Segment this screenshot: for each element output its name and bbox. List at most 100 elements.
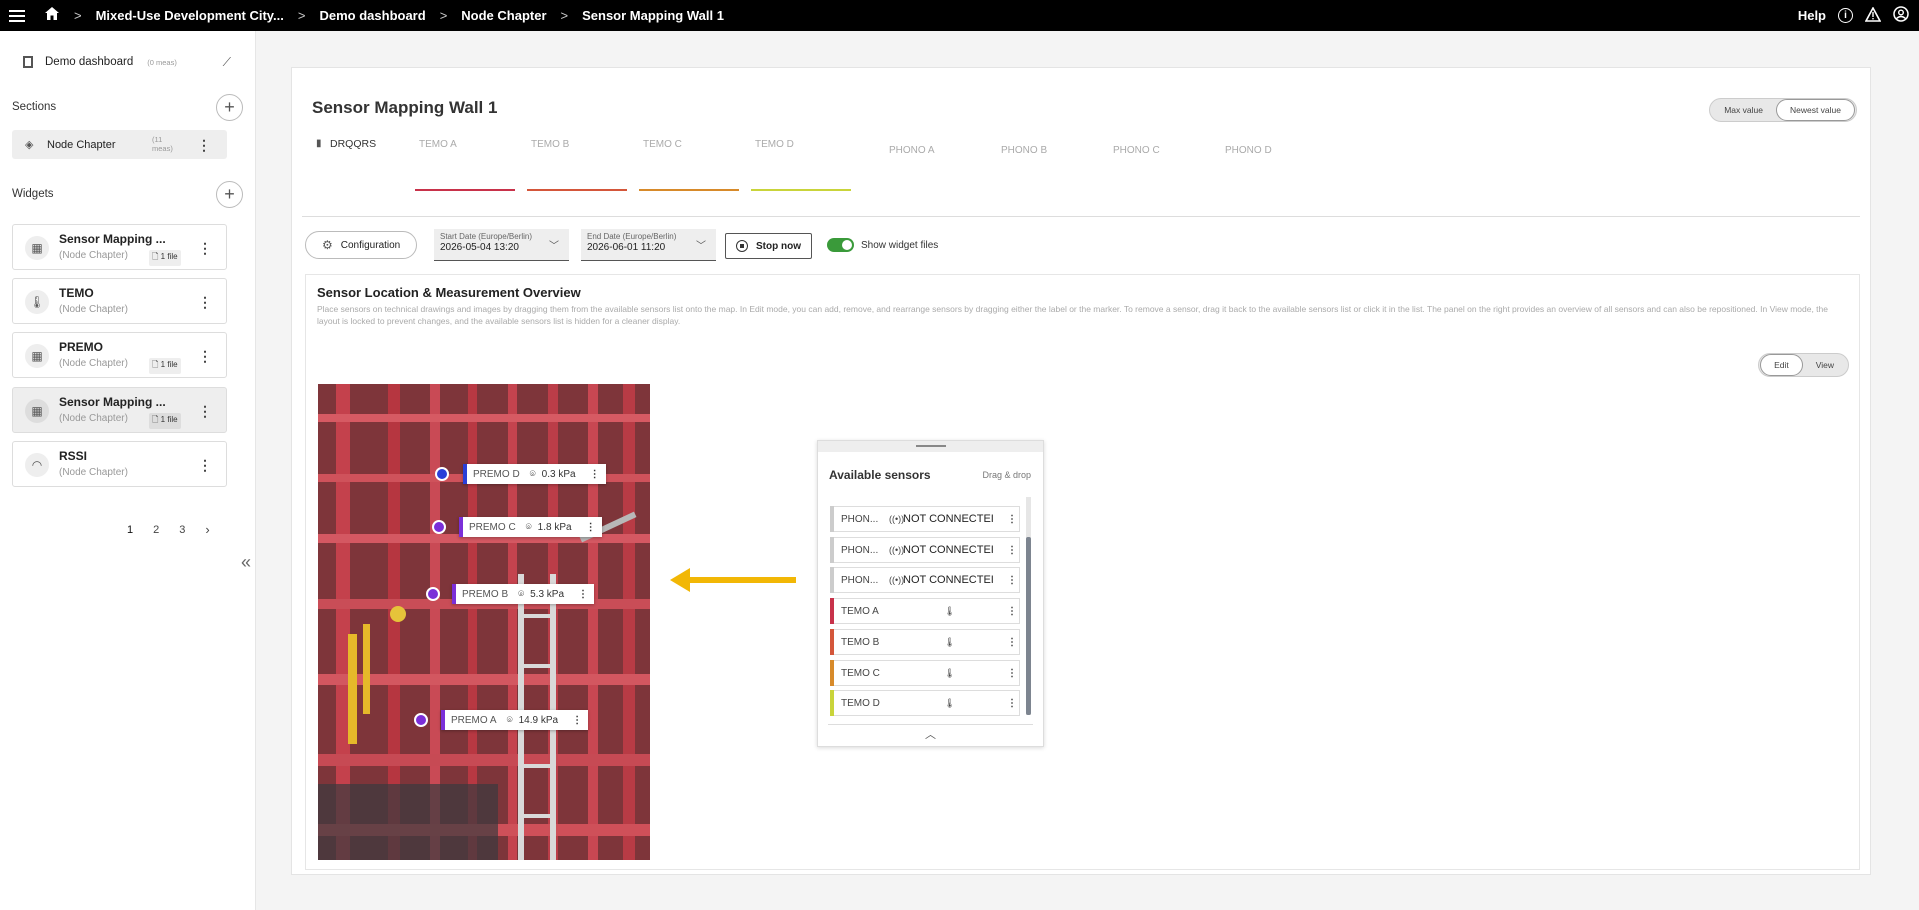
thermometer-icon: 🌡 [944, 667, 956, 678]
sensor-name: PREMO D [473, 468, 520, 480]
available-sensor-item[interactable]: TEMO D 🌡 ⋮ [830, 690, 1020, 716]
menu-icon[interactable] [9, 7, 25, 25]
tab-temo-c[interactable]: TEMO C [643, 139, 682, 150]
end-date-picker[interactable]: End Date (Europe/Berlin) 2026-06-01 11:2… [581, 229, 716, 261]
sensor-menu-button[interactable]: ⋮ [1007, 637, 1019, 648]
page-2[interactable]: 2 [153, 524, 159, 537]
sections-heading: Sections [12, 101, 57, 113]
widget-item-selected[interactable]: ▦ Sensor Mapping ... (Node Chapter) 🗋 1 … [12, 387, 227, 433]
widget-section: (Node Chapter) [59, 413, 128, 424]
gauge-icon: ⌾ [518, 588, 525, 600]
stop-icon [736, 240, 748, 252]
sensor-menu-button[interactable]: ⋮ [1007, 606, 1019, 617]
breadcrumb-separator: > [74, 8, 82, 23]
sensor-menu-button[interactable]: ⋮ [1007, 545, 1019, 556]
info-icon[interactable]: i [1838, 8, 1853, 23]
available-sensors-panel[interactable]: Available sensors Drag & drop PHON... ((… [817, 440, 1044, 747]
tab-temo-d[interactable]: TEMO D [755, 139, 794, 150]
sensor-menu-button[interactable]: ⋮ [584, 469, 606, 480]
alert-icon[interactable] [1864, 5, 1882, 25]
edit-layout-icon[interactable]: ⟋ [223, 55, 231, 70]
view-mode-option[interactable]: View [1803, 355, 1847, 375]
chevron-up-icon[interactable]: ︿ [925, 726, 936, 742]
section-item-node-chapter[interactable]: ◈ Node Chapter (11 meas) ⋮ [12, 130, 227, 159]
stop-now-button[interactable]: Stop now [725, 233, 812, 259]
device-icon: ▮ [316, 138, 322, 149]
configuration-button[interactable]: ⚙ Configuration [305, 231, 418, 259]
widget-menu-button[interactable]: ⋮ [198, 457, 212, 474]
tab-phono-c[interactable]: PHONO C [1113, 145, 1160, 156]
dashboard-label: Demo dashboard [45, 56, 134, 68]
sensor-label[interactable]: PREMO C ⌾ 1.8 kPa ⋮ [459, 517, 602, 537]
sensor-label[interactable]: PREMO D ⌾ 0.3 kPa ⋮ [463, 464, 606, 484]
help-link[interactable]: Help [1798, 8, 1826, 23]
widget-name: Sensor Mapping ... [59, 395, 166, 409]
account-icon[interactable] [1893, 6, 1909, 25]
page-1[interactable]: 1 [127, 524, 133, 537]
sensor-menu-button[interactable]: ⋮ [566, 715, 588, 726]
start-date-picker[interactable]: Start Date (Europe/Berlin) 2026-05-04 13… [434, 229, 569, 261]
widgets-heading: Widgets [12, 188, 54, 200]
start-date-label: Start Date (Europe/Berlin) [440, 232, 533, 241]
edit-mode-option[interactable]: Edit [1760, 354, 1803, 376]
newest-value-option[interactable]: Newest value [1775, 99, 1855, 121]
sensor-marker[interactable] [426, 587, 440, 601]
breadcrumb-current: Sensor Mapping Wall 1 [582, 8, 724, 23]
sensor-marker[interactable] [435, 467, 449, 481]
dashboard-row[interactable]: Demo dashboard (0 meas) ⟋ [12, 52, 243, 72]
widget-item[interactable]: ◠ RSSI (Node Chapter) ⋮ [12, 441, 227, 487]
home-icon[interactable] [44, 6, 60, 26]
tab-temo-a[interactable]: TEMO A [419, 139, 457, 150]
breadcrumb-dashboard[interactable]: Demo dashboard [320, 8, 426, 23]
sensor-name: PHON... [841, 513, 879, 525]
tab-indicator [415, 189, 515, 191]
signal-icon: ((•)) [889, 545, 905, 555]
sensor-menu-button[interactable]: ⋮ [1007, 575, 1019, 586]
scrollbar[interactable] [1026, 497, 1031, 715]
tab-phono-d[interactable]: PHONO D [1225, 145, 1272, 156]
breadcrumb-section[interactable]: Node Chapter [461, 8, 546, 23]
thermometer-icon: 🌡 [25, 290, 49, 314]
sensor-menu-button[interactable]: ⋮ [572, 589, 594, 600]
available-sensor-item[interactable]: PHON... ((•)) NOT CONNECTEI ⋮ [830, 506, 1020, 532]
available-sensor-item[interactable]: PHON... ((•)) NOT CONNECTEI ⋮ [830, 537, 1020, 563]
sensor-menu-button[interactable]: ⋮ [1007, 698, 1019, 709]
widget-menu-button[interactable]: ⋮ [198, 294, 212, 311]
breadcrumb-separator: > [560, 8, 569, 23]
collapse-sidebar-icon[interactable]: « [241, 552, 251, 573]
max-value-option[interactable]: Max value [1711, 100, 1776, 120]
page-3[interactable]: 3 [179, 524, 185, 537]
tab-phono-b[interactable]: PHONO B [1001, 145, 1047, 156]
tab-phono-a[interactable]: PHONO A [889, 145, 935, 156]
available-sensor-item[interactable]: TEMO C 🌡 ⋮ [830, 660, 1020, 686]
add-section-button[interactable]: + [216, 93, 243, 121]
widget-item[interactable]: ▦ Sensor Mapping ... (Node Chapter) 🗋 1 … [12, 224, 227, 270]
sensor-menu-button[interactable]: ⋮ [1007, 668, 1019, 679]
sensor-menu-button[interactable]: ⋮ [1007, 514, 1019, 525]
sensor-name: TEMO B [841, 636, 880, 648]
chevron-down-icon: ﹀ [696, 241, 706, 252]
drag-handle[interactable] [818, 441, 1043, 452]
tab-temo-b[interactable]: TEMO B [531, 139, 569, 150]
widget-menu-button[interactable]: ⋮ [198, 348, 212, 365]
sensor-status: NOT CONNECTEI [903, 574, 994, 586]
show-widget-files-toggle[interactable] [827, 238, 854, 252]
sensor-menu-button[interactable]: ⋮ [580, 522, 602, 533]
chevron-right-icon[interactable]: › [205, 522, 209, 537]
available-sensor-item[interactable]: PHON... ((•)) NOT CONNECTEI ⋮ [830, 567, 1020, 593]
sensor-marker[interactable] [414, 713, 428, 727]
widget-menu-button[interactable]: ⋮ [198, 403, 212, 420]
widget-menu-button[interactable]: ⋮ [198, 240, 212, 257]
available-sensor-item[interactable]: TEMO A 🌡 ⋮ [830, 598, 1020, 624]
sensor-label[interactable]: PREMO A ⌾ 14.9 kPa ⋮ [441, 710, 589, 730]
mode-toggle: Edit View [1758, 353, 1849, 377]
sensor-marker[interactable] [432, 520, 446, 534]
add-widget-button[interactable]: + [216, 180, 243, 208]
section-label: Node Chapter [47, 139, 116, 151]
section-menu-button[interactable]: ⋮ [197, 137, 211, 154]
widget-item[interactable]: ▦ PREMO (Node Chapter) 🗋 1 file ⋮ [12, 332, 227, 378]
breadcrumb-project[interactable]: Mixed-Use Development City... [96, 8, 284, 23]
sensor-label[interactable]: PREMO B ⌾ 5.3 kPa ⋮ [452, 584, 595, 604]
available-sensor-item[interactable]: TEMO B 🌡 ⋮ [830, 629, 1020, 655]
widget-item[interactable]: 🌡 TEMO (Node Chapter) ⋮ [12, 278, 227, 324]
